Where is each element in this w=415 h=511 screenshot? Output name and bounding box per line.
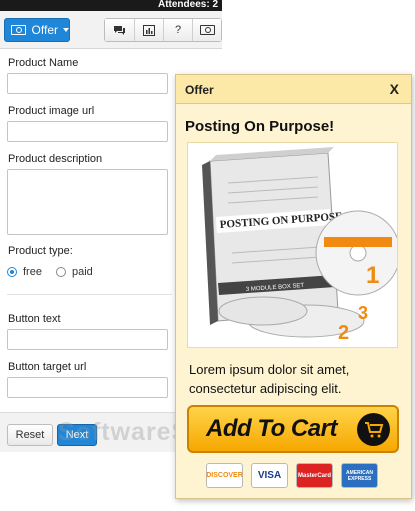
popup-header: Offer X	[176, 75, 411, 104]
toolbar-button-group: ?	[104, 18, 222, 42]
toolbar: Offer ?	[0, 11, 222, 49]
product-type-radio-group: free paid	[7, 266, 93, 278]
svg-text:2: 2	[338, 322, 349, 344]
mastercard-icon: MasterCard	[296, 463, 333, 488]
stats-button[interactable]	[134, 19, 163, 41]
free-radio[interactable]	[7, 267, 17, 277]
product-image-label: Product image url	[8, 105, 95, 117]
caret-down-icon	[63, 28, 69, 32]
visa-card-icon: VISA	[251, 463, 288, 488]
product-type-label: Product type:	[8, 245, 73, 257]
offer-dropdown-label: Offer	[31, 23, 58, 37]
product-description-label: Product description	[8, 153, 103, 165]
reset-button[interactable]: Reset	[7, 424, 53, 446]
discover-card-icon: DISCOVER	[206, 463, 243, 488]
offer-popup: Offer X Posting On Purpose! POSTING ON P…	[175, 74, 412, 499]
paid-radio-label: paid	[71, 266, 93, 278]
free-radio-label: free	[23, 266, 42, 278]
top-bar: Attendees: 2	[0, 0, 222, 11]
button-text-input[interactable]	[7, 329, 168, 350]
offer-button[interactable]	[192, 19, 221, 41]
divider	[7, 294, 172, 295]
amex-card-icon: AMERICAN EXPRESS	[341, 463, 378, 488]
help-icon: ?	[174, 24, 182, 36]
svg-text:3: 3	[358, 303, 368, 323]
paid-radio[interactable]	[55, 267, 66, 277]
svg-text:1: 1	[366, 262, 379, 289]
button-url-input[interactable]	[7, 377, 168, 398]
chart-icon	[143, 24, 155, 36]
payment-cards: DISCOVER VISA MasterCard AMERICAN EXPRES…	[206, 463, 378, 488]
add-to-cart-button[interactable]: Add To Cart	[187, 405, 399, 453]
popup-title: Offer	[185, 83, 214, 97]
product-description-textarea[interactable]	[7, 169, 168, 235]
cash-icon	[11, 25, 26, 35]
attendees-count: Attendees: 2	[157, 0, 218, 10]
product-box-illustration: POSTING ON PURPOSE 3 MODULE BOX SET 1 2 …	[202, 147, 401, 344]
shopping-cart-icon	[357, 413, 390, 446]
offer-heading: Posting On Purpose!	[185, 118, 335, 135]
button-url-label: Button target url	[8, 361, 87, 373]
button-text-label: Button text	[8, 313, 61, 325]
offer-description: Lorem ipsum dolor sit amet, consectetur …	[189, 362, 350, 396]
product-name-input[interactable]	[7, 73, 168, 94]
chat-icon	[114, 25, 125, 35]
product-name-label: Product Name	[8, 57, 79, 69]
product-image: POSTING ON PURPOSE 3 MODULE BOX SET 1 2 …	[187, 142, 401, 348]
cash-icon	[199, 25, 215, 35]
close-icon[interactable]: X	[390, 81, 399, 97]
product-image-input[interactable]	[7, 121, 168, 142]
offer-dropdown-button[interactable]: Offer	[4, 18, 70, 42]
chat-button[interactable]	[105, 19, 134, 41]
help-button[interactable]: ?	[163, 19, 192, 41]
add-to-cart-label: Add To Cart	[206, 415, 337, 442]
